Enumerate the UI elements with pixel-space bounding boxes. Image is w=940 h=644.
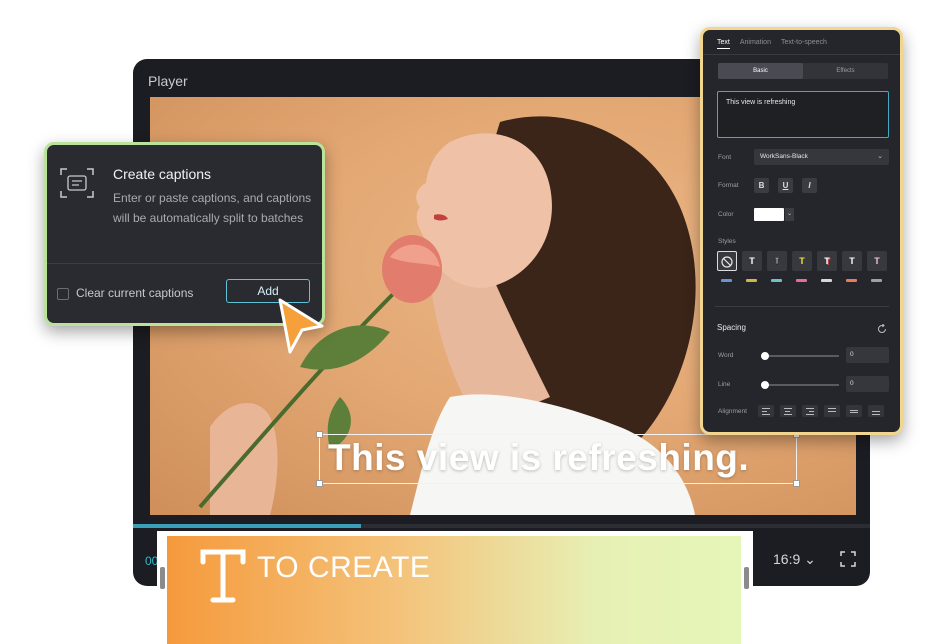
align-left-icon[interactable] [758,405,774,417]
styles-label: Styles [718,238,736,245]
slider-handle[interactable] [761,381,769,389]
slider-handle[interactable] [761,352,769,360]
clip-trim-handle-right[interactable] [744,567,749,589]
style-swatch[interactable] [871,279,882,282]
caption-text-input[interactable]: This view is refreshing [717,91,889,138]
align-center-icon[interactable] [780,405,796,417]
popup-title: Create captions [113,166,212,182]
resize-handle[interactable] [793,480,800,487]
clear-captions-label: Clear current captions [76,286,194,300]
aspect-ratio-dropdown[interactable]: 16:9 ⌄ [773,551,816,568]
style-swatch[interactable] [746,279,757,282]
reset-icon[interactable] [877,321,887,333]
segment-effects[interactable]: Effects [803,63,888,79]
alignment-label: Alignment [718,408,747,415]
align-top-icon[interactable] [824,405,840,417]
color-label: Color [718,211,734,218]
word-spacing-slider[interactable] [761,352,839,360]
resize-handle[interactable] [316,480,323,487]
text-tool-icon [199,548,247,604]
timeline-progress [133,524,362,528]
tab-animation[interactable]: Animation [740,39,771,49]
style-preset[interactable]: T [742,251,762,271]
style-preset[interactable]: T [867,251,887,271]
line-spacing-input[interactable]: 0 [846,376,889,392]
fullscreen-icon[interactable] [840,551,856,567]
chevron-down-icon: ⌄ [877,153,883,160]
style-preset[interactable]: T [842,251,862,271]
format-label: Format [718,182,739,189]
line-spacing-slider[interactable] [761,381,839,389]
style-swatch[interactable] [796,279,807,282]
bold-button[interactable]: B [754,178,769,193]
timeline-track[interactable] [133,524,870,528]
style-preset[interactable]: T [817,251,837,271]
style-swatch[interactable] [821,279,832,282]
text-clip-banner: TO CREATE [157,531,753,644]
color-swatch[interactable] [754,208,784,221]
segment-basic[interactable]: Basic [718,63,803,79]
tab-text[interactable]: Text [717,39,730,49]
popup-description: Enter or paste captions, and captions wi… [113,191,312,225]
divider [47,263,322,264]
style-swatch[interactable] [721,279,732,282]
font-label: Font [718,154,732,161]
text-properties-panel: Text Animation Text-to-speech Basic Effe… [700,27,903,435]
text-clip[interactable]: TO CREATE [167,536,741,644]
stage: Player This view is refreshing. 00 16:9 … [0,0,940,644]
player-title: Player [148,73,188,89]
chevron-down-icon[interactable]: ⌄ [785,208,794,221]
spacing-heading: Spacing [717,323,746,332]
style-preset[interactable]: T [792,251,812,271]
captions-icon [59,167,95,199]
basic-effects-toggle: Basic Effects [718,63,888,79]
style-preset[interactable]: T [767,251,787,271]
divider [715,306,889,307]
banner-label: TO CREATE [257,551,431,584]
caption-selection-box[interactable]: This view is refreshing. [316,431,800,487]
pointer-cursor-icon [268,296,326,356]
panel-tabs: Text Animation Text-to-speech [717,39,827,49]
font-select-value: WorkSans-Black [760,153,808,160]
tab-underline-divider [703,54,900,55]
style-none-icon[interactable] [717,251,737,271]
style-swatch[interactable] [846,279,857,282]
line-label: Line [718,381,731,388]
style-swatch[interactable] [771,279,782,282]
clear-captions-checkbox[interactable] [57,288,69,300]
caption-text: This view is refreshing. [328,437,750,478]
italic-button[interactable]: I [802,178,817,193]
align-middle-icon[interactable] [846,405,862,417]
align-right-icon[interactable] [802,405,818,417]
word-label: Word [718,352,734,359]
resize-handle[interactable] [316,431,323,438]
align-bottom-icon[interactable] [868,405,884,417]
word-spacing-input[interactable]: 0 [846,347,889,363]
underline-button[interactable]: U [778,178,793,193]
tab-text-to-speech[interactable]: Text-to-speech [781,39,827,49]
clip-trim-handle-left[interactable] [160,567,165,589]
font-select[interactable]: WorkSans-Black ⌄ [754,149,889,165]
